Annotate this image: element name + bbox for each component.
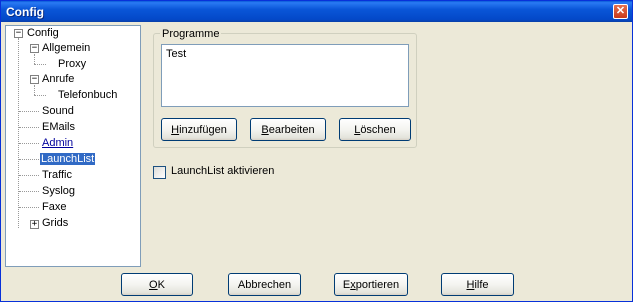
tree-guide-line [18, 38, 19, 228]
export-button[interactable]: Ex portieren [334, 273, 408, 296]
tree-item-emails[interactable]: EMails [41, 120, 76, 135]
close-button[interactable]: ✕ [613, 4, 628, 19]
tree-item-admin[interactable]: Admin [41, 136, 74, 151]
tree-item-config[interactable]: Config [26, 26, 60, 41]
tree-guide-line [34, 54, 35, 64]
tree-guide-line [34, 64, 46, 65]
tree-item-sound[interactable]: Sound [41, 104, 75, 119]
ok-button[interactable]: OK [121, 273, 193, 296]
launchlist-checkbox[interactable] [153, 166, 166, 179]
collapse-icon[interactable]: − [30, 75, 39, 84]
tree-guide-line [19, 143, 39, 144]
expand-icon[interactable]: + [30, 220, 39, 229]
tree-guide-line [19, 191, 39, 192]
config-window: Config ✕ − Config − Allgemein Proxy − An… [0, 0, 633, 302]
window-title: Config [6, 5, 44, 19]
tree-item-faxe[interactable]: Faxe [41, 200, 67, 215]
collapse-icon[interactable]: − [14, 29, 23, 38]
tree-guide-line [19, 159, 39, 160]
settings-tree[interactable]: − Config − Allgemein Proxy − Anrufe Tele… [5, 25, 141, 267]
tree-guide-line [34, 95, 46, 96]
tree-item-traffic[interactable]: Traffic [41, 168, 73, 183]
delete-button[interactable]: Löschen [339, 118, 411, 141]
tree-item-telefonbuch[interactable]: Telefonbuch [57, 88, 118, 103]
tree-item-grids[interactable]: Grids [41, 216, 69, 231]
tree-item-anrufe[interactable]: Anrufe [41, 72, 75, 87]
tree-guide-line [19, 207, 39, 208]
tree-item-proxy[interactable]: Proxy [57, 57, 87, 72]
programme-list[interactable]: Test [161, 44, 409, 107]
collapse-icon[interactable]: − [30, 44, 39, 53]
tree-item-syslog[interactable]: Syslog [41, 184, 76, 199]
list-item[interactable]: Test [166, 48, 404, 60]
close-icon: ✕ [615, 5, 626, 17]
title-bar[interactable]: Config ✕ [1, 1, 632, 22]
launchlist-checkbox-label[interactable]: LaunchList aktivieren [171, 165, 274, 177]
edit-button[interactable]: Bearbeiten [250, 118, 326, 141]
tree-item-launchlist[interactable]: LaunchList [40, 152, 96, 167]
help-button[interactable]: Hilfe [441, 273, 514, 296]
add-button[interactable]: Hinzufügen [161, 118, 237, 141]
tree-item-allgemein[interactable]: Allgemein [41, 41, 91, 56]
cancel-button[interactable]: Abbrechen [228, 273, 301, 296]
tree-guide-line [19, 111, 39, 112]
tree-guide-line [19, 127, 39, 128]
programme-group-label: Programme [160, 28, 222, 40]
tree-guide-line [19, 175, 39, 176]
tree-guide-line [34, 85, 35, 95]
